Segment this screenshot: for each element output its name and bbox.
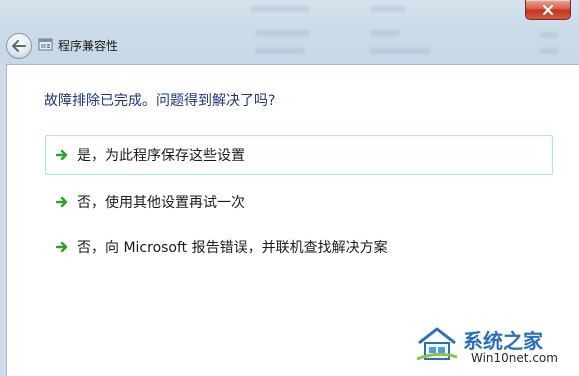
background-blur xyxy=(370,6,406,12)
option-try-again[interactable]: 否，使用其他设置再试一次 xyxy=(45,182,553,222)
window-title-row: 程序兼容性 xyxy=(38,36,118,54)
watermark-brand: 系统之家 xyxy=(463,329,543,353)
watermark-site: Win10net.com xyxy=(471,351,558,365)
watermark: 系统之家 Win10net.com xyxy=(415,313,575,373)
close-icon xyxy=(542,4,554,15)
title-bar: 程序兼容性 xyxy=(0,0,579,64)
background-blur xyxy=(370,30,400,36)
background-blur xyxy=(370,48,430,54)
option-label: 是，为此程序保存这些设置 xyxy=(77,148,245,164)
option-report-microsoft[interactable]: 否，向 Microsoft 报告错误，并联机查找解决方案 xyxy=(45,227,553,267)
compatibility-icon xyxy=(38,37,54,53)
back-arrow-icon xyxy=(12,40,26,52)
window-title: 程序兼容性 xyxy=(58,38,119,53)
option-save-settings[interactable]: 是，为此程序保存这些设置 xyxy=(45,135,553,175)
green-arrow-icon xyxy=(56,241,68,253)
background-blur xyxy=(255,48,305,54)
house-logo-icon xyxy=(416,327,458,361)
troubleshoot-question: 故障排除已完成。问题得到解决了吗? xyxy=(44,93,276,109)
background-blur xyxy=(540,48,558,54)
back-button[interactable] xyxy=(6,33,32,59)
green-arrow-icon xyxy=(56,196,68,208)
option-label: 否，使用其他设置再试一次 xyxy=(77,195,245,211)
green-arrow-icon xyxy=(56,149,68,161)
background-blur xyxy=(250,6,310,12)
background-blur xyxy=(255,30,310,36)
close-button[interactable] xyxy=(525,0,571,20)
option-label: 否，向 Microsoft 报告错误，并联机查找解决方案 xyxy=(77,240,388,256)
background-blur xyxy=(540,32,558,38)
